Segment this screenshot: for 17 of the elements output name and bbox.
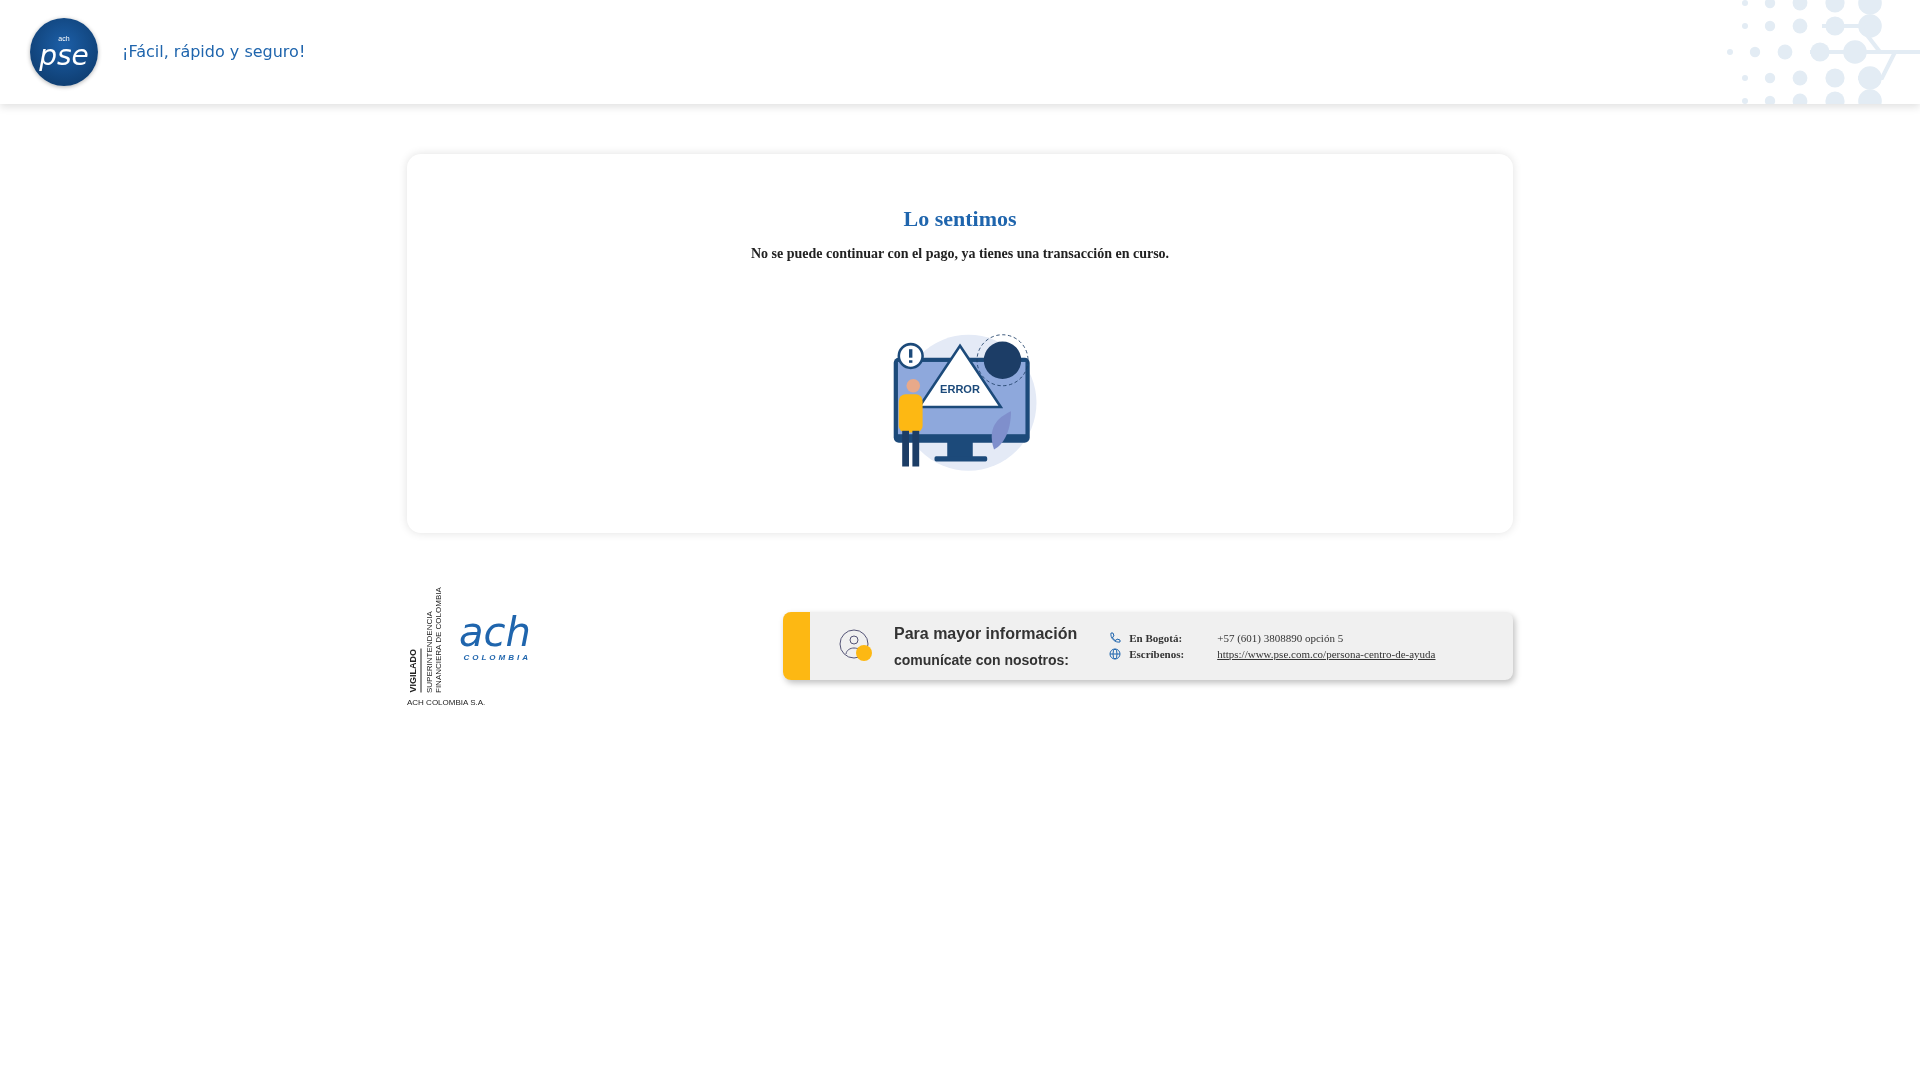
- message-title: Lo sentimos: [902, 205, 1018, 233]
- phone-number: +57 (601) 3808890 opción 5: [1217, 630, 1344, 646]
- contact-label: Escríbenos:: [1129, 647, 1186, 662]
- globe-icon: [1109, 648, 1122, 661]
- company-name: ACH COLOMBIA S.A.: [407, 697, 487, 709]
- supervisor-text: SUPERINTENDENCIA FINANCIERA DE COLOMBIA: [425, 586, 444, 693]
- message-text: No se puede continuar con el pago, ya tienes una transacción en curso.: [749, 245, 1171, 263]
- info-subtitle: comunícate con nosotros:: [894, 650, 1071, 670]
- info-title: Para mayor información: [894, 623, 1078, 644]
- phone-icon: [1109, 631, 1122, 644]
- slogan-text: ¡Fácil, rápido y seguro!: [122, 41, 306, 63]
- support-person-icon: [838, 628, 874, 664]
- vigilado-label: VIGILADO: [407, 649, 422, 693]
- ach-colombia-logo: ach COLOMBIA: [459, 612, 531, 664]
- contact-label: En Bogotá:: [1129, 630, 1184, 646]
- help-link[interactable]: https://www.pse.com.co/persona-centro-de-ayuda: [1217, 646, 1436, 663]
- accent-stripe: [783, 612, 810, 680]
